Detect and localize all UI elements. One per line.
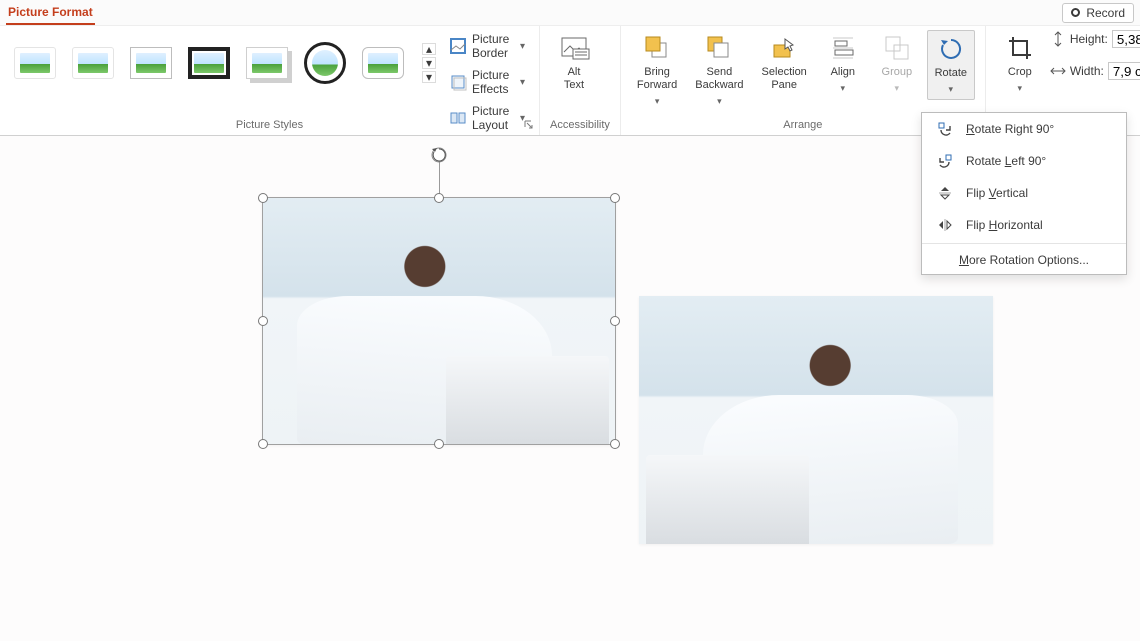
flip-vertical-label: Flip Vertical xyxy=(966,186,1028,200)
picture-border-button[interactable]: Picture Border ▾ xyxy=(446,30,529,62)
selection-outline xyxy=(262,197,616,445)
style-thumb-3[interactable] xyxy=(130,47,172,79)
style-thumb-1[interactable] xyxy=(14,47,56,79)
more-rotation-label: More Rotation Options... xyxy=(959,253,1089,267)
resize-handle-ne[interactable] xyxy=(610,193,620,203)
resize-handle-s[interactable] xyxy=(434,439,444,449)
group-objects-button: Group ▾ xyxy=(873,30,921,98)
flip-horizontal-icon xyxy=(936,216,954,234)
alt-text-icon xyxy=(560,34,588,62)
tab-picture-format[interactable]: Picture Format xyxy=(6,1,95,25)
style-thumb-2[interactable] xyxy=(72,47,114,79)
send-backward-icon xyxy=(705,34,733,62)
rotate-right-label: Rotate Right 90° xyxy=(966,122,1054,136)
resize-handle-sw[interactable] xyxy=(258,439,268,449)
rotate-left-label: Rotate Left 90° xyxy=(966,154,1046,168)
align-icon xyxy=(829,34,857,62)
group-label-picture-styles: Picture Styles xyxy=(10,117,529,133)
rotate-left-90[interactable]: Rotate Left 90° xyxy=(922,145,1126,177)
picture-effects-button[interactable]: Picture Effects ▾ xyxy=(446,66,529,98)
crop-icon xyxy=(1006,34,1034,62)
crop-button[interactable]: Crop ▾ xyxy=(996,30,1044,98)
dialog-launcher-picture-styles[interactable] xyxy=(523,119,535,131)
flip-vertical-icon xyxy=(936,184,954,202)
chevron-down-icon: ▾ xyxy=(1018,83,1023,94)
more-rotation-options[interactable]: More Rotation Options... xyxy=(922,246,1126,274)
style-thumb-6[interactable] xyxy=(304,42,346,84)
chevron-down-icon: ▾ xyxy=(717,96,722,107)
resize-handle-e[interactable] xyxy=(610,316,620,326)
flip-horizontal-label: Flip Horizontal xyxy=(966,218,1043,232)
group-label-accessibility: Accessibility xyxy=(550,117,610,133)
bring-forward-icon xyxy=(643,34,671,62)
rotate-button[interactable]: Rotate ▾ xyxy=(927,30,975,100)
alt-text-button[interactable]: Alt Text xyxy=(550,30,598,96)
group-icon xyxy=(883,34,911,62)
flip-horizontal[interactable]: Flip Horizontal xyxy=(922,209,1126,241)
rotate-right-90[interactable]: Rotate Right 90° xyxy=(922,113,1126,145)
rotate-left-icon xyxy=(936,152,954,170)
record-button[interactable]: Record xyxy=(1062,3,1134,23)
chevron-down-icon: ▾ xyxy=(949,84,954,95)
resize-handle-w[interactable] xyxy=(258,316,268,326)
align-button[interactable]: Align ▾ xyxy=(819,30,867,98)
menu-separator xyxy=(922,243,1126,244)
selection-pane-button[interactable]: Selection Pane xyxy=(756,30,813,96)
rotate-icon xyxy=(937,35,965,63)
chevron-down-icon: ▾ xyxy=(655,96,660,107)
style-gallery: ▴ ▾ ▾ xyxy=(10,30,440,84)
width-label: Width: xyxy=(1070,64,1104,78)
rotate-right-icon xyxy=(936,120,954,138)
group-picture-styles: ▴ ▾ ▾ Picture Border ▾ Pictur xyxy=(0,26,540,135)
picture-border-icon xyxy=(450,38,466,54)
chevron-down-icon: ▾ xyxy=(520,77,525,88)
gallery-expand[interactable]: ▾ xyxy=(422,71,436,83)
selection-pane-icon xyxy=(770,34,798,62)
send-backward-button[interactable]: Send Backward ▾ xyxy=(689,30,749,111)
picture-effects-icon xyxy=(450,74,466,90)
record-icon xyxy=(1071,8,1080,17)
resize-handle-se[interactable] xyxy=(610,439,620,449)
chevron-down-icon: ▾ xyxy=(895,83,900,94)
chevron-down-icon: ▾ xyxy=(520,41,525,52)
rotate-handle[interactable] xyxy=(430,146,448,164)
tab-strip: Picture Format Record xyxy=(0,0,1140,26)
flip-vertical[interactable]: Flip Vertical xyxy=(922,177,1126,209)
resize-handle-nw[interactable] xyxy=(258,193,268,203)
style-thumb-4[interactable] xyxy=(188,47,230,79)
rotate-menu: Rotate Right 90° Rotate Left 90° Flip Ve… xyxy=(921,112,1127,275)
width-icon xyxy=(1050,63,1066,79)
record-label: Record xyxy=(1086,6,1125,20)
resize-handle-n[interactable] xyxy=(434,193,444,203)
height-input[interactable] xyxy=(1112,30,1140,48)
group-accessibility: Alt Text Accessibility xyxy=(540,26,621,135)
height-icon xyxy=(1050,31,1066,47)
chevron-down-icon: ▾ xyxy=(841,83,846,94)
style-thumb-5[interactable] xyxy=(246,47,288,79)
bring-forward-button[interactable]: Bring Forward ▾ xyxy=(631,30,683,111)
gallery-scroll-down[interactable]: ▾ xyxy=(422,57,436,69)
height-label: Height: xyxy=(1070,32,1108,46)
gallery-more: ▴ ▾ ▾ xyxy=(422,43,436,83)
size-inputs: Height: Width: xyxy=(1050,30,1140,80)
gallery-scroll-up[interactable]: ▴ xyxy=(422,43,436,55)
inserted-picture-2[interactable] xyxy=(639,296,993,544)
width-input[interactable] xyxy=(1108,62,1140,80)
style-thumb-7[interactable] xyxy=(362,47,404,79)
